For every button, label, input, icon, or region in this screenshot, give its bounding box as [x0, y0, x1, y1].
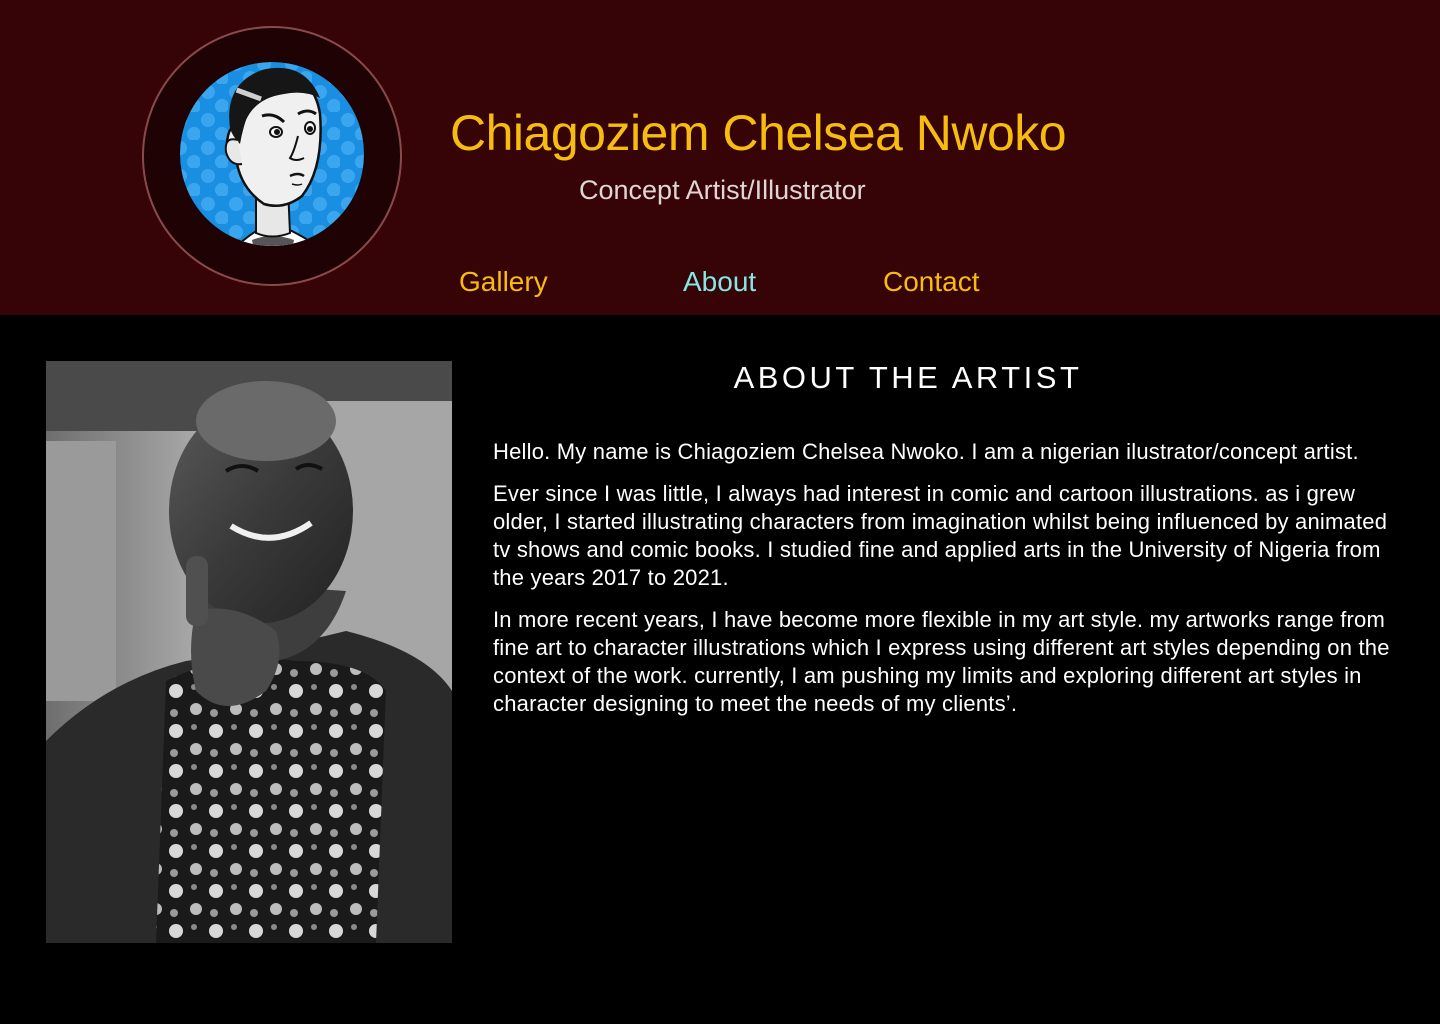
about-paragraph: In more recent years, I have become more…	[493, 607, 1390, 716]
artist-photo	[46, 361, 452, 943]
about-paragraph: Hello. My name is Chiagoziem Chelsea Nwo…	[493, 439, 1359, 464]
avatar	[142, 26, 402, 286]
nav-about-link[interactable]: About	[683, 266, 756, 298]
site-subtitle: Concept Artist/Illustrator	[579, 175, 866, 205]
about-paragraph: Ever since I was little, I always had in…	[493, 481, 1388, 590]
about-text: Hello. My name is Chiagoziem Chelsea Nwo…	[493, 438, 1398, 732]
site-title: Chiagoziem Chelsea Nwoko	[450, 105, 1067, 161]
nav-contact-link[interactable]: Contact	[883, 266, 980, 298]
nav-gallery-link[interactable]: Gallery	[459, 266, 548, 298]
site-header: Chiagoziem Chelsea Nwoko Concept Artist/…	[0, 0, 1440, 315]
cartoon-avatar-icon	[180, 62, 364, 246]
about-heading: ABOUT THE ARTIST	[733, 360, 1083, 395]
artist-portrait-image	[46, 361, 452, 943]
